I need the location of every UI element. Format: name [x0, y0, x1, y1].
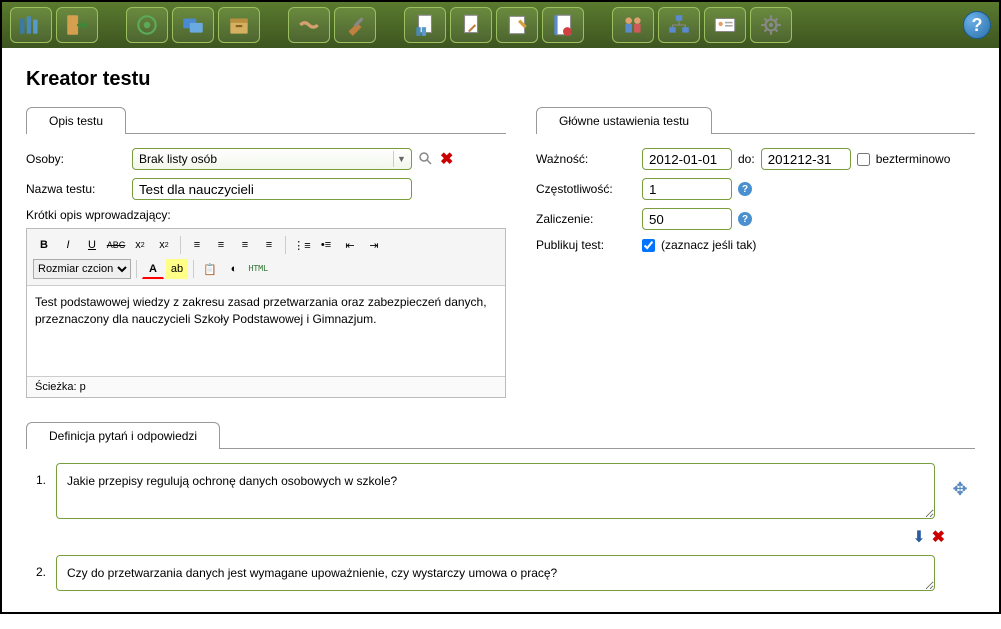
toolbar-users-icon[interactable] [612, 7, 654, 43]
name-label: Nazwa testu: [26, 182, 126, 196]
strike-icon[interactable]: ABC [105, 235, 127, 255]
question-number: 1. [26, 463, 46, 487]
toolbar-handshake-icon[interactable] [288, 7, 330, 43]
chevron-down-icon: ▼ [393, 151, 409, 167]
outdent-icon[interactable]: ⇤ [339, 235, 361, 255]
bold-icon[interactable]: B [33, 235, 55, 255]
list-bullet-icon[interactable]: •≡ [315, 235, 337, 255]
italic-icon[interactable]: I [57, 235, 79, 255]
tab-questions[interactable]: Definicja pytań i odpowiedzi [26, 422, 220, 449]
intro-label: Krótki opis wprowadzający: [26, 208, 506, 222]
align-right-icon[interactable]: ≡ [234, 235, 256, 255]
paste-icon[interactable]: 📋 [199, 259, 221, 279]
date-from-input[interactable] [642, 148, 732, 170]
toolbar-archive-icon[interactable] [218, 7, 260, 43]
page-title: Kreator testu [26, 68, 975, 91]
people-value: Brak listy osób [139, 152, 217, 166]
toolbar-doc-library-icon[interactable] [404, 7, 446, 43]
erase-icon[interactable]: ◐ [223, 259, 245, 279]
toolbar-doc-tools-icon[interactable] [450, 7, 492, 43]
publish-checkbox[interactable] [642, 239, 655, 252]
test-name-input[interactable] [132, 178, 412, 200]
text-color-icon[interactable]: A [142, 259, 164, 279]
html-source-icon[interactable]: HTML [247, 259, 269, 279]
font-size-select[interactable]: Rozmiar czcion [33, 259, 131, 279]
pass-label: Zaliczenie: [536, 212, 636, 226]
indent-icon[interactable]: ⇥ [363, 235, 385, 255]
align-justify-icon[interactable]: ≡ [258, 235, 280, 255]
toolbar-notebook-icon[interactable] [542, 7, 584, 43]
validity-label: Ważność: [536, 152, 636, 166]
clear-people-icon[interactable]: ✖ [440, 149, 453, 169]
tab-settings[interactable]: Główne ustawienia testu [536, 107, 712, 134]
arrow-down-icon[interactable]: ⬇ [912, 527, 925, 547]
search-icon[interactable] [418, 151, 434, 167]
people-label: Osoby: [26, 152, 126, 166]
info-icon[interactable]: ? [738, 182, 752, 196]
toolbar-library-icon[interactable] [10, 7, 52, 43]
align-center-icon[interactable]: ≡ [210, 235, 232, 255]
toolbar-exit-icon[interactable] [56, 7, 98, 43]
toolbar-orgchart-icon[interactable] [658, 7, 700, 43]
toolbar-card-icon[interactable] [704, 7, 746, 43]
tab-description[interactable]: Opis testu [26, 107, 126, 134]
question-text-input[interactable]: Jakie przepisy regulują ochronę danych o… [56, 463, 935, 519]
date-to-input[interactable] [761, 148, 851, 170]
publish-hint: (zaznacz jeśli tak) [661, 238, 756, 252]
help-button[interactable]: ? [963, 11, 991, 39]
pass-input[interactable] [642, 208, 732, 230]
toolbar-doc-edit-icon[interactable] [496, 7, 538, 43]
main-toolbar: ? [2, 2, 999, 48]
list-numbered-icon[interactable]: ⋮≡ [291, 235, 313, 255]
align-left-icon[interactable]: ≡ [186, 235, 208, 255]
info-icon[interactable]: ? [738, 212, 752, 226]
highlight-icon[interactable]: ab [166, 259, 188, 279]
underline-icon[interactable]: U [81, 235, 103, 255]
frequency-input[interactable] [642, 178, 732, 200]
subscript-icon[interactable]: x2 [129, 235, 151, 255]
delete-question-icon[interactable]: ✖ [932, 527, 945, 547]
people-combo[interactable]: Brak listy osób ▼ [132, 148, 412, 170]
question-number: 2. [26, 555, 46, 579]
date-to-label: do: [738, 152, 755, 166]
editor-content[interactable]: Test podstawowej wiedzy z zakresu zasad … [27, 286, 505, 376]
unlimited-label: bezterminowo [876, 152, 951, 166]
toolbar-screens-icon[interactable] [172, 7, 214, 43]
toolbar-gear-icon[interactable] [750, 7, 792, 43]
question-text-input[interactable]: Czy do przetwarzania danych jest wymagan… [56, 555, 935, 591]
rich-text-editor: B I U ABC x2 x2 ≡ ≡ ≡ ≡ ⋮≡ •≡ [26, 228, 506, 398]
toolbar-target-icon[interactable] [126, 7, 168, 43]
frequency-label: Częstotliwość: [536, 182, 636, 196]
move-icon[interactable]: ✥ [952, 479, 967, 500]
toolbar-tools-icon[interactable] [334, 7, 376, 43]
publish-label: Publikuj test: [536, 238, 636, 252]
editor-path: Ścieżka: p [27, 376, 505, 397]
superscript-icon[interactable]: x2 [153, 235, 175, 255]
unlimited-checkbox[interactable] [857, 153, 870, 166]
